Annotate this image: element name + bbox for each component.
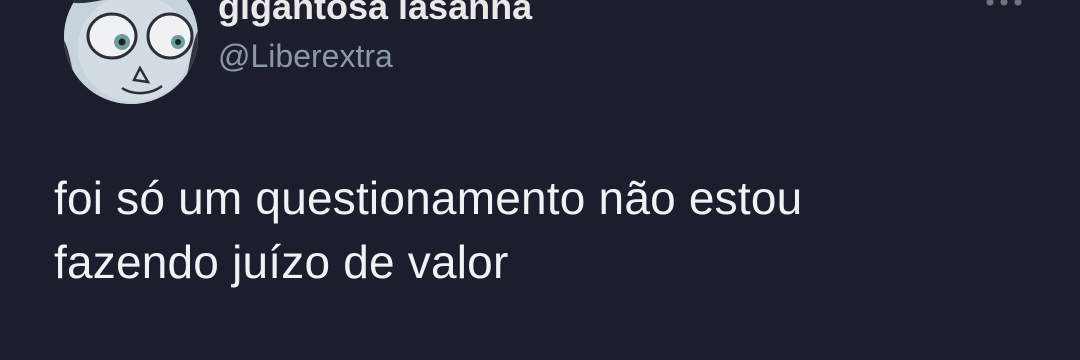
author-handle[interactable]: @Liberextra bbox=[218, 36, 393, 76]
tweet-text-line-2: fazendo juízo de valor bbox=[54, 236, 509, 288]
author-display-name[interactable]: gigantosa lasanha bbox=[218, 0, 532, 28]
more-horizontal-icon bbox=[986, 0, 1022, 6]
tweet-text-line-1: foi só um questionamento não estou bbox=[54, 172, 803, 224]
tweet-text: foi só um questionamento não estou fazen… bbox=[54, 166, 1034, 294]
more-options-button[interactable] bbox=[976, 0, 1032, 14]
avatar[interactable] bbox=[64, 0, 198, 104]
tweet-card: gigantosa lasanha @Liberextra foi só um … bbox=[0, 0, 1080, 360]
cartoon-character-avatar-icon bbox=[64, 0, 198, 104]
